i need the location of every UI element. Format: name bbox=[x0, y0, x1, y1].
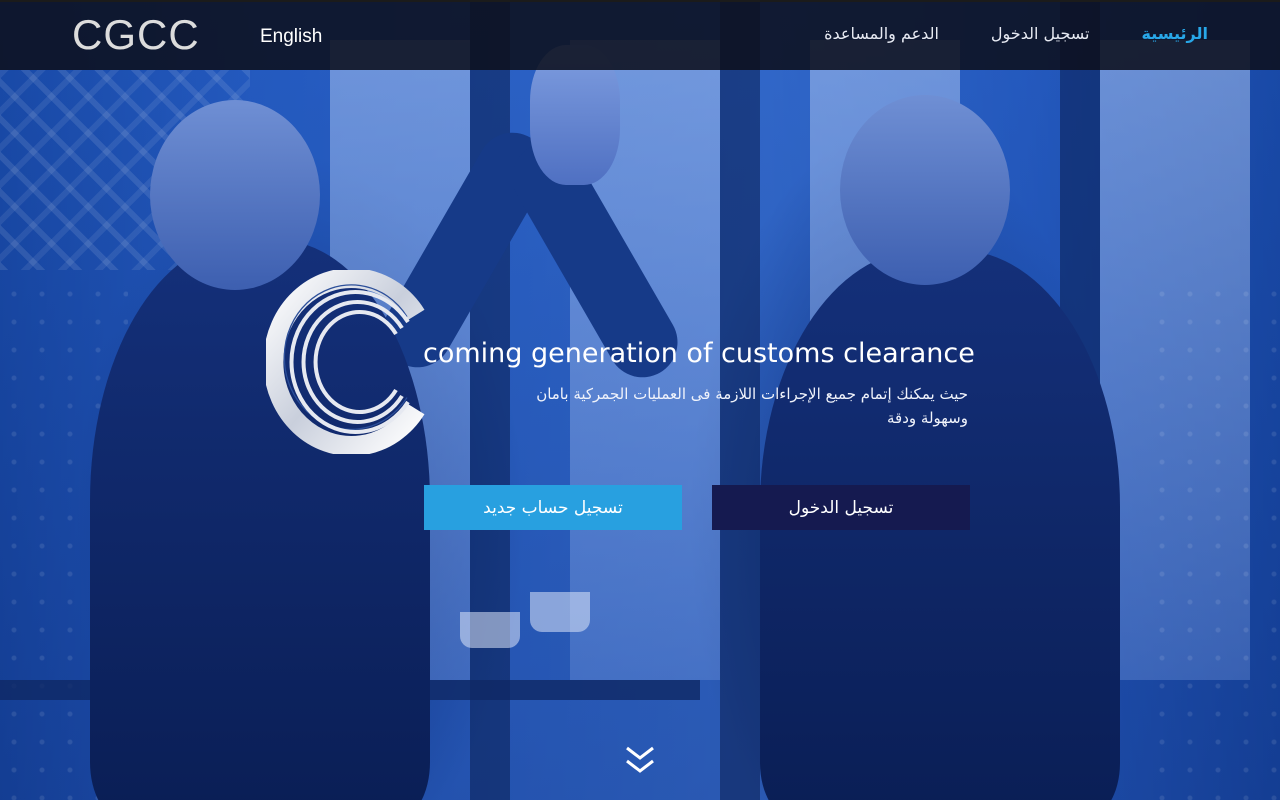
register-button[interactable]: تسجيل حساب جديد bbox=[424, 485, 682, 530]
nav-link-home[interactable]: الرئيسية bbox=[1142, 24, 1209, 43]
hero-tagline: coming generation of customs clearance bbox=[423, 338, 975, 369]
nav-link-support[interactable]: الدعم والمساعدة bbox=[824, 24, 939, 43]
login-button[interactable]: تسجيل الدخول bbox=[712, 485, 970, 530]
brand-c-logo-icon bbox=[266, 270, 425, 454]
nav-link-login[interactable]: تسجيل الدخول bbox=[991, 24, 1090, 43]
hero-description: حيث يمكنك إتمام جميع الإجراءات اللازمة ف… bbox=[536, 385, 968, 427]
landing-page: CGCC English الرئيسية تسجيل الدخول الدعم… bbox=[0, 0, 1280, 800]
site-logo[interactable]: CGCC bbox=[72, 14, 200, 56]
language-switch-link[interactable]: English bbox=[260, 26, 322, 48]
main-nav: الرئيسية تسجيل الدخول الدعم والمساعدة bbox=[824, 24, 1208, 43]
chevron-double-down-icon[interactable] bbox=[624, 744, 656, 778]
top-navbar: CGCC English الرئيسية تسجيل الدخول الدعم… bbox=[0, 0, 1280, 70]
